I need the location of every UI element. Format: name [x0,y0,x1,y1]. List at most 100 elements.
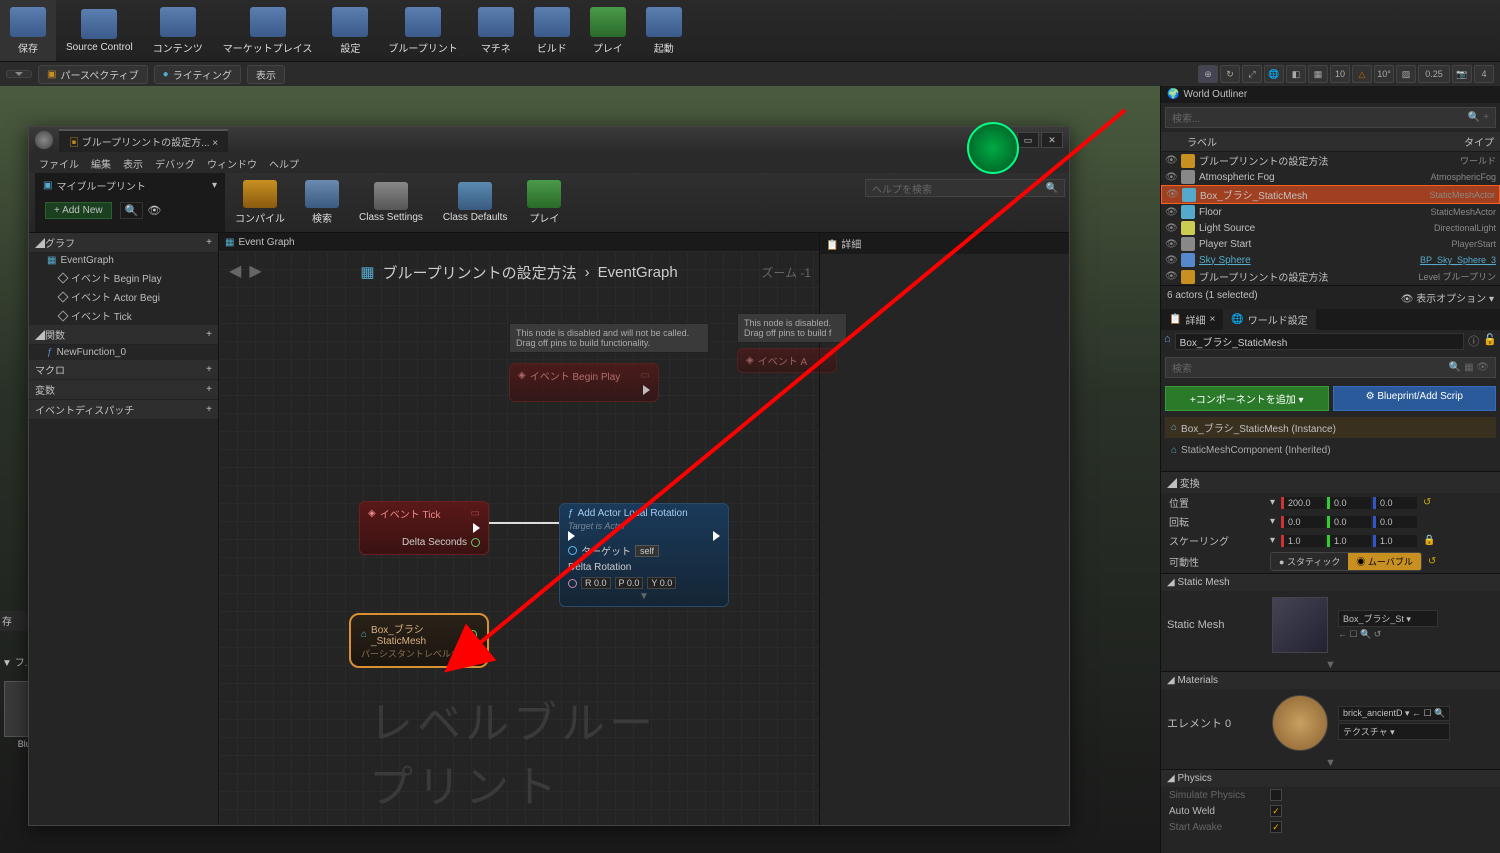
texture-dropdown[interactable]: テクスチャ ▾ [1338,723,1450,740]
outliner-row[interactable]: 👁ブループリンントの設定方法Level ブループリン [1161,268,1500,285]
tool-marketplace[interactable]: マーケットプレイス [213,0,323,61]
level-viewport[interactable]: 存 ▼ フ... Bluep... ▣ ブループリンントの設定方... × — … [0,86,1160,853]
tool-content[interactable]: コンテンツ [143,0,213,61]
play-button[interactable]: プレイ [517,176,571,229]
reset-icon[interactable]: ↺ [1428,556,1436,567]
menu-window[interactable]: ウィンドウ [207,156,257,171]
class-settings-button[interactable]: Class Settings [349,178,433,227]
transform-section[interactable]: ◢ 変換 [1161,471,1500,493]
eventgraph-item[interactable]: ▦EventGraph [29,253,218,268]
compile-button[interactable]: コンパイル [225,176,295,229]
lock-scale-icon[interactable]: 🔒 [1423,535,1435,546]
snap-rot[interactable]: 10° [1374,65,1394,83]
node-add-rotation[interactable]: ƒAdd Actor Local Rotation Target is Acto… [559,503,729,607]
physics-section[interactable]: ◢ Physics [1161,769,1500,787]
blueprint-add-script-button[interactable]: ⚙ Blueprint/Add Scrip [1333,386,1497,411]
mobility-toggle[interactable]: ● スタティック ◉ ムーバブル [1270,552,1422,571]
bp-title-tab[interactable]: ▣ ブループリンントの設定方... × [59,129,228,152]
instance-row[interactable]: ⌂Box_ブラシ_StaticMesh (Instance) [1165,417,1496,438]
cat-var[interactable]: 変数+ [29,380,218,400]
node-beginplay[interactable]: ◈イベント Begin Play▭ [509,363,659,402]
outliner-row[interactable]: 👁FloorStaticMeshActor [1161,204,1500,220]
class-defaults-button[interactable]: Class Defaults [433,178,517,227]
newfunction-item[interactable]: ƒNewFunction_0 [29,345,218,360]
tool-source-control[interactable]: Source Control [56,0,143,61]
menu-file[interactable]: ファイル [39,156,79,171]
search-icon[interactable]: 🔍 [120,202,144,219]
event-beginplay-item[interactable]: イベント Begin Play [29,268,218,287]
surface-icon[interactable]: ◧ [1286,65,1306,83]
snap-pos[interactable]: 10 [1330,65,1350,83]
auto-weld-checkbox[interactable] [1270,805,1282,817]
event-graph[interactable]: ▦Event Graph ◀▶ ▦ ブループリンントの設定方法 › EventG… [219,233,819,825]
add-new-button[interactable]: + Add New [45,202,112,219]
menu-edit[interactable]: 編集 [91,156,111,171]
tool-build[interactable]: ビルド [524,0,580,61]
view-options[interactable]: 👁 表示オプション ▾ [1401,290,1494,305]
tool-play[interactable]: プレイ [580,0,636,61]
add-component-button[interactable]: +コンポーネントを追加 ▾ [1165,386,1329,411]
tool-launch[interactable]: 起動 [636,0,692,61]
perspective-dropdown[interactable]: ▣パースペクティブ [38,65,148,84]
menu-view[interactable]: 表示 [123,156,143,171]
actor-name-input[interactable] [1175,333,1465,350]
grid-icon[interactable]: ▦ [1308,65,1328,83]
show-dropdown[interactable]: 表示 [247,65,285,84]
eye-icon[interactable]: 👁 [147,204,161,217]
world-outliner-tab[interactable]: 🌍World Outliner [1161,86,1500,103]
help-search-input[interactable]: ヘルプを検索🔍 [865,179,1065,197]
material-thumbnail[interactable] [1272,695,1328,751]
scale-icon[interactable]: ⤢ [1242,65,1262,83]
tool-settings[interactable]: 設定 [322,0,378,61]
transform-icon[interactable]: ⊕ [1198,65,1218,83]
cat-dispatcher[interactable]: イベントディスパッチ+ [29,400,218,420]
tool-matinee[interactable]: マチネ [468,0,524,61]
lighting-dropdown[interactable]: ●ライティング [154,65,241,84]
event-actorbegin-item[interactable]: イベント Actor Begi [29,287,218,306]
bp-details-tab[interactable]: 📋 詳細 [820,233,1069,254]
outliner-row[interactable]: 👁Sky SphereBP_Sky_Sphere_3 [1161,252,1500,268]
graph-tab[interactable]: ▦Event Graph [219,233,819,251]
globe-icon[interactable]: 🌐 [1264,65,1284,83]
node-tick[interactable]: ◈イベント Tick▭ Delta Seconds [359,501,489,555]
event-tick-item[interactable]: イベント Tick [29,306,218,325]
tool-blueprint[interactable]: ブループリント [378,0,467,61]
camera-icon[interactable]: 📷 [1452,65,1472,83]
bp-titlebar[interactable]: ▣ ブループリンントの設定方... × — ▭ ✕ [29,127,1069,153]
simulate-physics-checkbox[interactable] [1270,789,1282,801]
mesh-thumbnail[interactable] [1272,597,1328,653]
node-actor-reference[interactable]: ⌂Box_ブラシ_StaticMesh パーシスタントレベルから [349,613,489,668]
cat-graph[interactable]: ◢グラフ+ [29,233,218,253]
maximize-button[interactable]: ▭ [1017,132,1039,148]
close-button[interactable]: ✕ [1041,132,1063,148]
info-icon[interactable]: ⓘ [1468,333,1479,350]
menu-debug[interactable]: デバッグ [155,156,195,171]
start-awake-checkbox[interactable] [1270,821,1282,833]
cat-macro[interactable]: マクロ+ [29,360,218,380]
angle-icon[interactable]: △ [1352,65,1372,83]
tool-save[interactable]: 保存 [0,0,56,61]
component-row[interactable]: ⌂StaticMeshComponent (Inherited) [1165,442,1496,459]
details-tab[interactable]: 📋 詳細 × [1161,309,1223,330]
world-settings-tab[interactable]: 🌐 ワールド設定 [1223,309,1315,330]
outliner-search[interactable]: 検索...🔍 + [1165,107,1496,128]
outliner-row[interactable]: 👁Light SourceDirectionalLight [1161,220,1500,236]
material-dropdown[interactable]: brick_ancientD ▾ ← ☐ 🔍 [1338,706,1450,721]
details-search[interactable]: 検索🔍 ▦ 👁 [1165,357,1496,378]
rotate-icon[interactable]: ↻ [1220,65,1240,83]
materials-section[interactable]: ◢ Materials [1161,671,1500,689]
reset-icon[interactable]: ↺ [1423,497,1431,508]
lock-icon[interactable]: 🔓 [1483,333,1497,350]
scale-snap-icon[interactable]: ▨ [1396,65,1416,83]
mesh-dropdown[interactable]: Box_ブラシ_St ▾ [1338,610,1438,627]
staticmesh-section[interactable]: ◢ Static Mesh [1161,573,1500,591]
outliner-row[interactable]: 👁Player StartPlayerStart [1161,236,1500,252]
outliner-row[interactable]: 👁Atmospheric FogAtmosphericFog [1161,169,1500,185]
outliner-row[interactable]: 👁Box_ブラシ_StaticMeshStaticMeshActor [1161,185,1500,204]
cam-speed[interactable]: 4 [1474,65,1494,83]
search-button[interactable]: 検索 [295,176,349,229]
menu-help[interactable]: ヘルプ [269,156,299,171]
outliner-row[interactable]: 👁ブループリンントの設定方法ワールド [1161,152,1500,169]
viewport-dropdown[interactable] [6,70,32,78]
snap-scale[interactable]: 0.25 [1418,65,1450,83]
